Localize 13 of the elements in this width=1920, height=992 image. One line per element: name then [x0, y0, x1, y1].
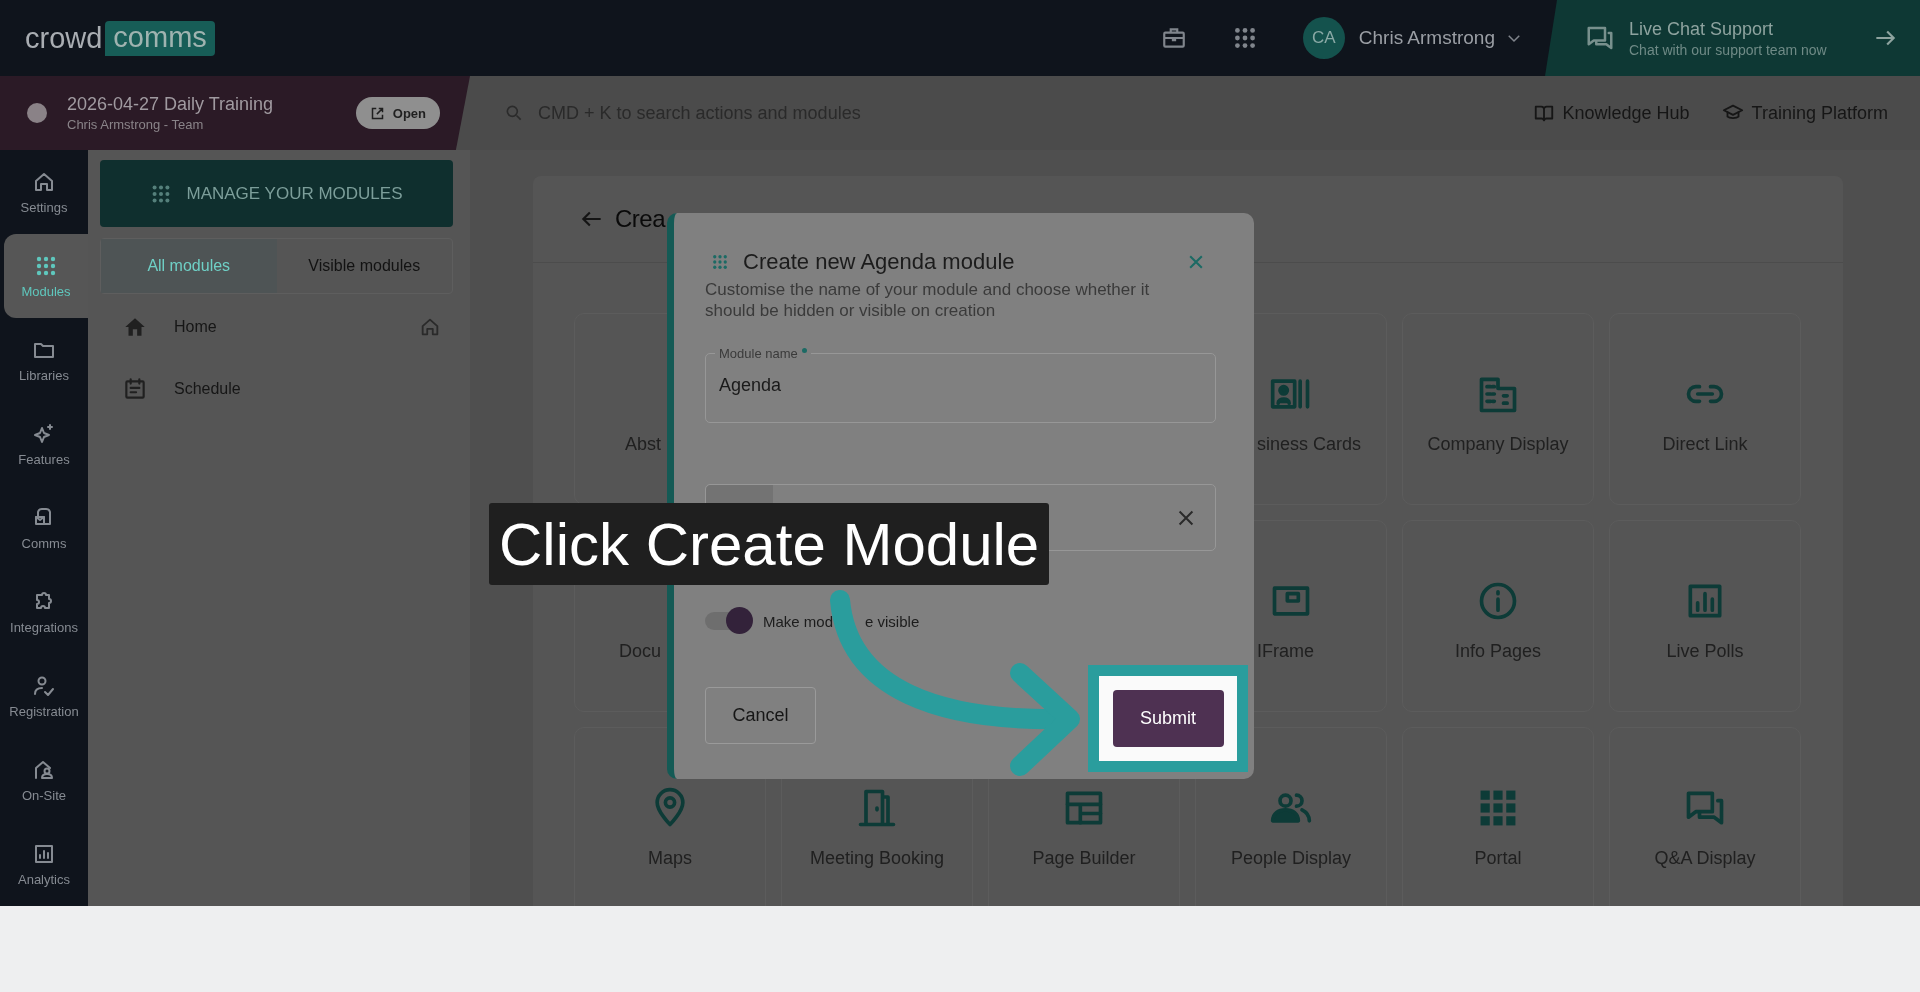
page-title: Crea: [615, 205, 666, 233]
toggle-label: e visible: [865, 612, 920, 630]
logo-text: crowd: [25, 21, 103, 55]
event-title: 2026-04-27 Daily Training: [67, 94, 275, 115]
modal-title: Create new Agenda module: [743, 249, 1016, 275]
event-subtitle: Chris Armstrong - Team: [67, 117, 205, 132]
live-chat-title: Live Chat Support: [1629, 18, 1775, 40]
caption-tooltip: Click Create Module: [489, 503, 1050, 585]
live-chat-subtitle: Chat with our support team now: [1629, 41, 1828, 58]
logo-badge: comms: [105, 20, 215, 56]
field-label: Module name: [715, 346, 811, 361]
modal-description: Customise the name of your module and choose whether it should be hidden or visible on creation: [705, 279, 1151, 321]
toggle-label: Make mod: [763, 612, 834, 630]
